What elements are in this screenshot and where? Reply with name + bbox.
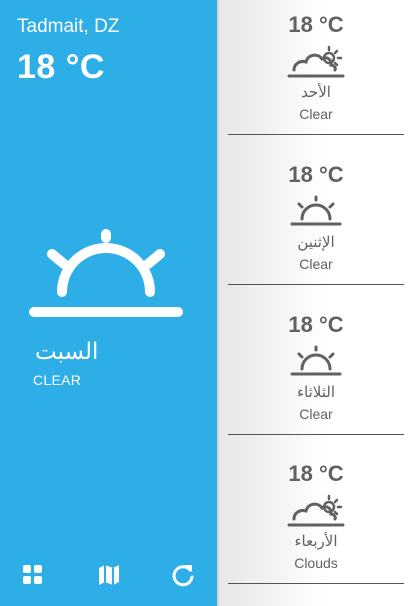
bottom-toolbar	[0, 562, 217, 592]
forecast-temperature: 18 °C	[288, 312, 344, 337]
refresh-icon[interactable]	[170, 562, 196, 588]
current-temperature: 18 °C	[17, 48, 105, 86]
forecast-card[interactable]: 18 °C الأربعاء Clouds	[228, 449, 404, 598]
forecast-condition: Clear	[299, 406, 333, 422]
forecast-day: الأربعاء	[294, 533, 338, 550]
grid-icon[interactable]	[21, 562, 47, 588]
forecast-day: الأحد	[301, 84, 331, 101]
forecast-temperature: 18 °C	[288, 12, 344, 37]
current-condition: CLEAR	[33, 372, 82, 388]
weather-app: Tadmait, DZ 18 °C السبت CLEAR 18 °C الأح…	[0, 0, 416, 606]
forecast-day: الإثنين	[297, 234, 335, 251]
current-weather-panel: Tadmait, DZ 18 °C السبت CLEAR	[0, 0, 217, 606]
forecast-card[interactable]: 18 °C الأحد Clear	[228, 0, 404, 149]
current-day: السبت	[35, 338, 99, 364]
sunrise-icon	[286, 345, 346, 379]
forecast-day: الثلاثاء	[296, 384, 335, 401]
divider	[228, 284, 404, 285]
partly-cloudy-icon	[286, 494, 346, 528]
forecast-condition: Clear	[299, 256, 333, 272]
partly-cloudy-icon	[286, 45, 346, 79]
forecast-card[interactable]: 18 °C الثلاثاء Clear	[228, 300, 404, 449]
sunrise-icon	[28, 228, 184, 324]
divider	[228, 583, 404, 584]
forecast-condition: Clear	[299, 106, 333, 122]
forecast-condition: Clouds	[294, 555, 338, 571]
location-label: Tadmait, DZ	[17, 16, 120, 37]
forecast-temperature: 18 °C	[288, 162, 344, 187]
sunrise-icon	[286, 195, 346, 229]
forecast-card[interactable]: 18 °C الإثنين Clear	[228, 150, 404, 299]
forecast-temperature: 18 °C	[288, 461, 344, 486]
panel-border	[217, 0, 219, 606]
divider	[228, 134, 404, 135]
divider	[228, 434, 404, 435]
map-icon[interactable]	[96, 562, 122, 588]
